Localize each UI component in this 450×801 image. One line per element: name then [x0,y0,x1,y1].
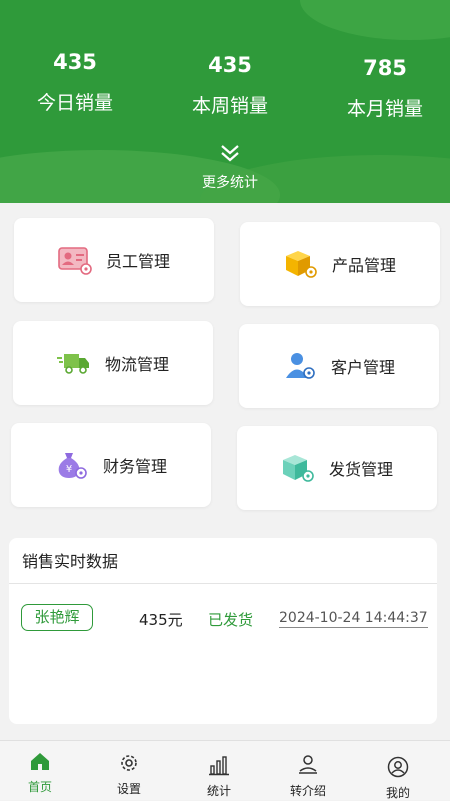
tile-product-management[interactable]: 产品管理 [240,222,440,306]
header-wave [300,0,450,40]
shipping-box-icon [282,455,314,482]
tile-shipping-management[interactable]: 发货管理 [237,426,437,510]
sale-amount: 435元 [139,611,183,629]
tab-label: 统计 [206,784,231,798]
tab-profile[interactable]: 我的 [363,756,433,801]
tile-finance-management[interactable]: ¥ 财务管理 [11,423,211,507]
stat-month-label: 本月销量 [346,98,423,120]
tab-statistics[interactable]: 统计 [184,754,254,799]
bottom-tab-bar: 首页 设置 统计 转介绍 我的 [0,740,450,800]
referral-icon [299,755,317,774]
stat-today[interactable]: 435 今日销量 [0,50,150,115]
tile-logistics-management[interactable]: 物流管理 [13,321,213,405]
sales-row[interactable]: 张艳辉 435元 已发货 2024-10-24 14:44:37 [9,604,437,634]
tile-label: 员工管理 [105,252,170,271]
stats-header: 435 今日销量 435 本周销量 785 本月销量 更多统计 [0,0,450,203]
tile-label: 发货管理 [328,460,393,479]
sales-realtime-panel: 销售实时数据 张艳辉 435元 已发货 2024-10-24 14:44:37 [9,538,437,724]
svg-text:¥: ¥ [66,464,72,475]
tab-referral[interactable]: 转介绍 [273,754,343,799]
more-stats-button[interactable]: 更多统计 [150,144,310,192]
bar-chart-icon [209,756,229,776]
tile-label: 财务管理 [102,457,167,476]
tile-label: 产品管理 [331,256,396,275]
stat-week[interactable]: 435 本周销量 [155,53,305,118]
delivery-truck-icon [56,354,89,374]
stat-month-value: 785 [363,56,407,80]
stat-today-label: 今日销量 [36,92,113,114]
tile-customer-management[interactable]: 客户管理 [239,324,439,408]
tab-label: 首页 [27,780,52,794]
profile-icon [387,756,409,778]
tab-label: 转介绍 [289,784,326,798]
gear-icon [121,755,137,771]
stat-month[interactable]: 785 本月销量 [310,56,450,121]
sale-status: 已发货 [208,611,254,629]
money-bag-icon: ¥ [58,453,87,479]
customer-name-badge[interactable]: 张艳辉 [21,604,93,631]
stat-today-value: 435 [53,50,97,74]
sales-panel-title: 销售实时数据 [9,538,437,584]
stat-week-value: 435 [208,53,252,77]
stat-week-label: 本周销量 [191,95,268,117]
tab-label: 设置 [116,782,141,796]
tab-settings[interactable]: 设置 [94,752,164,797]
double-chevron-down-icon [221,145,239,162]
tab-label: 我的 [385,786,410,800]
tile-label: 物流管理 [104,355,169,374]
employee-card-icon [58,247,92,275]
tile-employee-management[interactable]: 员工管理 [14,218,214,302]
sale-time: 2024-10-24 14:44:37 [279,610,428,628]
tab-home[interactable]: 首页 [5,750,75,795]
customer-user-icon [285,353,315,379]
more-stats-label: 更多统计 [202,175,258,191]
tile-label: 客户管理 [330,358,395,377]
home-icon [31,753,49,770]
product-box-icon [285,251,317,278]
